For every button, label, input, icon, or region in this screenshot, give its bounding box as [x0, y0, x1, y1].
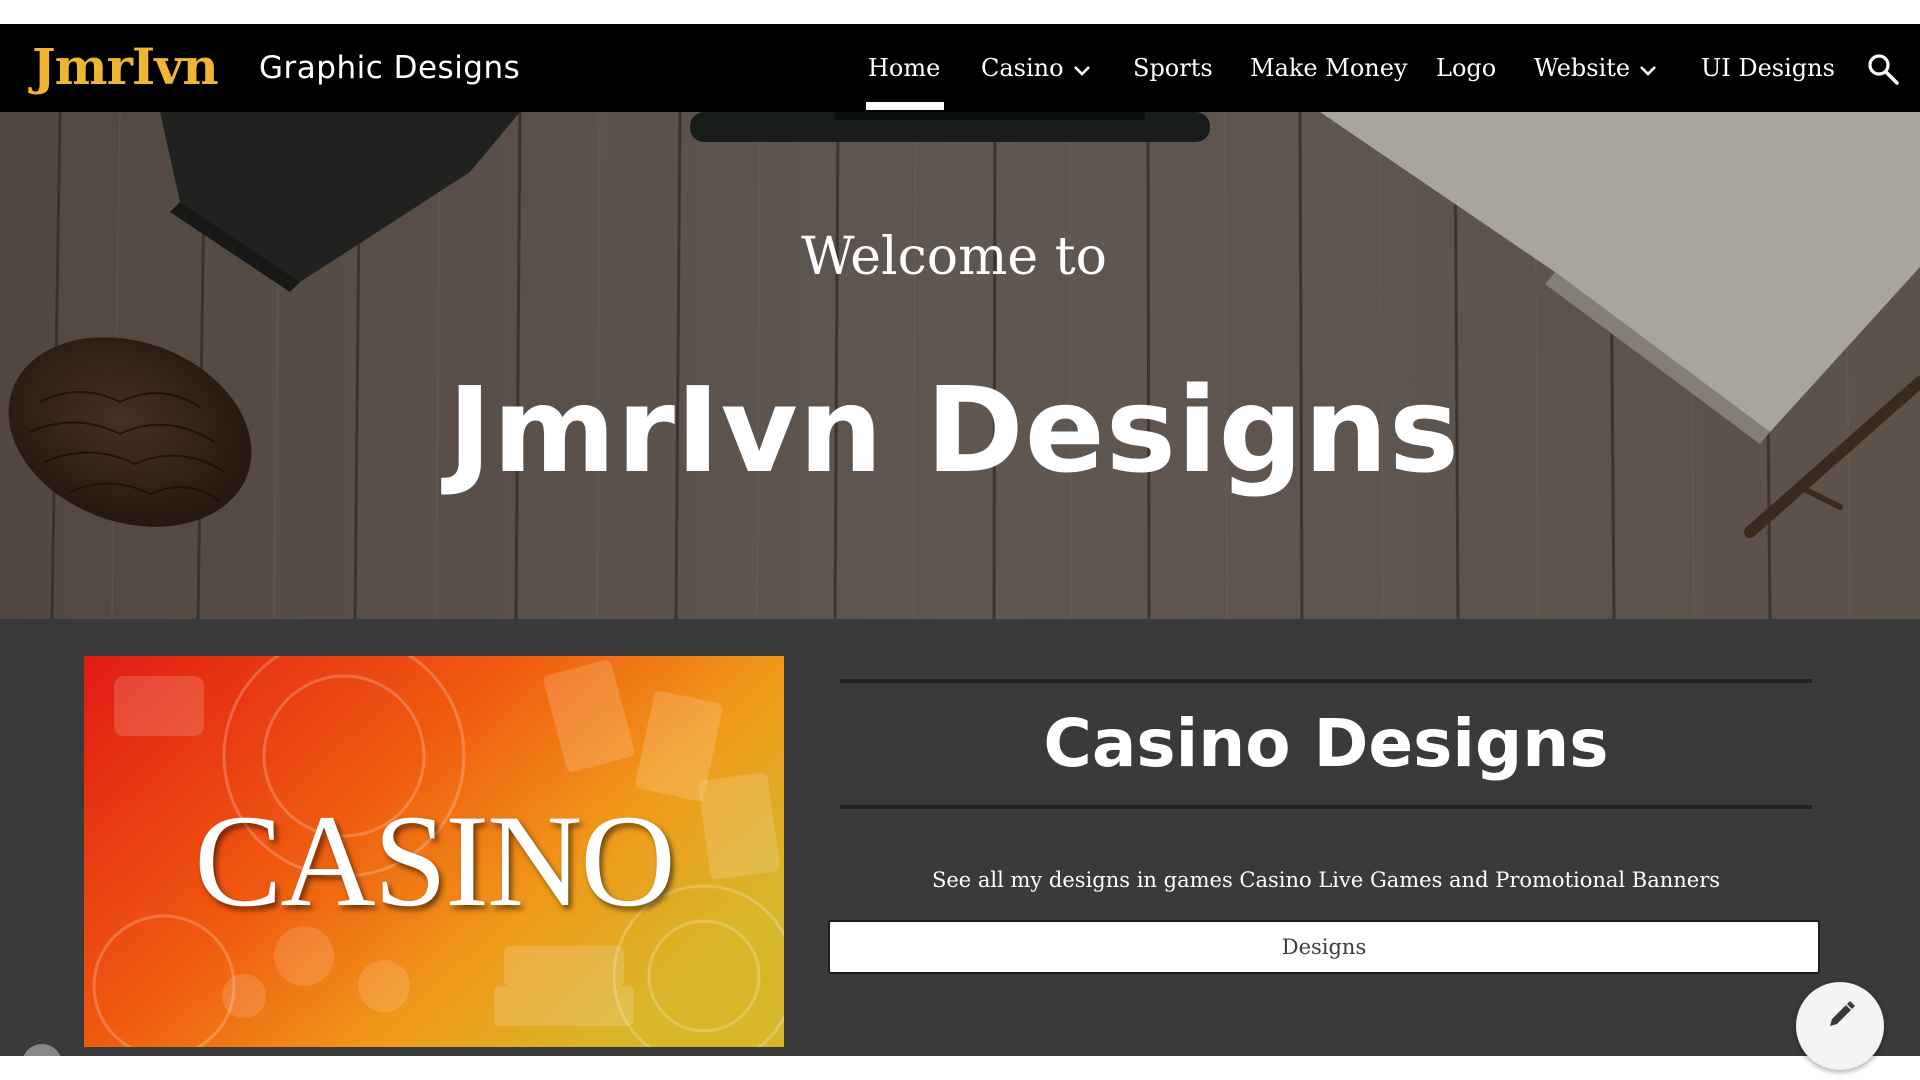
nav-item-make-money[interactable]: Make Money: [1250, 50, 1408, 86]
nav-item-label: Website: [1534, 54, 1631, 82]
top-navigation-bar: JmrIvn Graphic Designs Home Casino Sport…: [0, 24, 1920, 112]
nav-item-home[interactable]: Home: [868, 50, 940, 86]
divider-bottom: [840, 805, 1812, 809]
hero-title: JmrIvn Designs: [447, 361, 1461, 499]
edit-button[interactable]: [1796, 982, 1884, 1070]
hero-welcome-text: Welcome to: [801, 227, 1107, 287]
nav-item-label: Logo: [1436, 54, 1497, 82]
nav-item-sports[interactable]: Sports: [1133, 50, 1213, 86]
nav-item-label: Make Money: [1250, 54, 1408, 82]
nav-item-logo[interactable]: Logo: [1436, 50, 1496, 86]
page: JmrIvn Graphic Designs Home Casino Sport…: [0, 24, 1920, 1056]
nav-active-indicator: [866, 102, 944, 110]
nav-menu: Home Casino Sports Make Money Logo Websi…: [0, 24, 1920, 112]
search-icon[interactable]: [1866, 52, 1900, 86]
casino-banner-text: CASINO: [194, 787, 675, 934]
nav-item-label: Casino: [981, 54, 1064, 82]
chevron-down-icon: [1073, 65, 1090, 76]
chevron-down-icon: [1640, 65, 1657, 76]
pencil-icon: [1830, 1001, 1855, 1026]
nav-item-label: Sports: [1133, 54, 1213, 82]
nav-item-label: Home: [868, 54, 941, 82]
section-title: Casino Designs: [1043, 705, 1609, 782]
nav-item-casino[interactable]: Casino: [981, 50, 1092, 86]
nav-item-ui-designs[interactable]: UI Designs: [1701, 50, 1835, 86]
nav-item-label: UI Designs: [1701, 54, 1835, 82]
section-description: See all my designs in games Casino Live …: [931, 868, 1721, 892]
divider-top: [840, 679, 1812, 683]
designs-button[interactable]: Designs: [828, 920, 1820, 974]
casino-section: CASINO Casino Designs See all my designs…: [0, 619, 1920, 1056]
hero-banner: Welcome to JmrIvn Designs: [0, 112, 1920, 619]
casino-banner-image[interactable]: CASINO: [84, 656, 784, 1047]
nav-item-website[interactable]: Website: [1534, 50, 1658, 86]
